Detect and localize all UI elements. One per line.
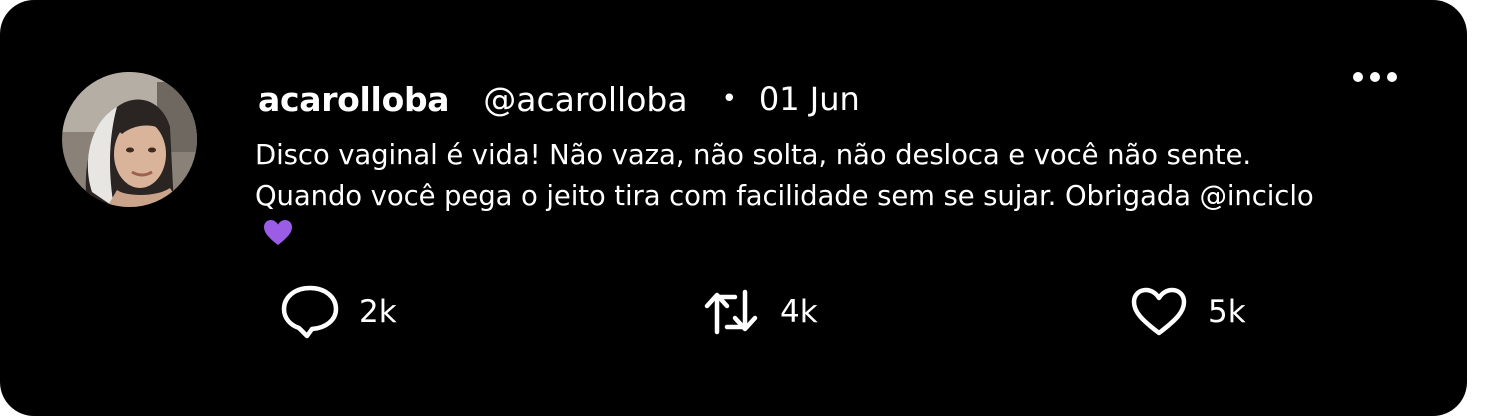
purple-heart-icon: [263, 218, 293, 259]
comment-count: 2k: [359, 294, 397, 330]
post-text-content: Disco vaginal é vida! Não vaza, não solt…: [255, 139, 1314, 212]
display-name[interactable]: acarolloba: [258, 80, 450, 119]
user-handle[interactable]: @acarolloba: [483, 80, 687, 119]
like-count: 5k: [1208, 294, 1246, 330]
comment-icon: [281, 285, 339, 339]
more-horizontal-icon: [1353, 72, 1397, 82]
heart-icon: [1131, 287, 1187, 336]
repost-count: 4k: [780, 294, 818, 330]
like-button[interactable]: 5k: [1128, 283, 1246, 341]
avatar[interactable]: [62, 72, 197, 207]
repost-button[interactable]: 4k: [700, 283, 818, 341]
post-text: Disco vaginal é vida! Não vaza, não solt…: [255, 135, 1315, 259]
post-card: acarolloba @acarolloba • 01 Jun Disco va…: [0, 0, 1467, 416]
post-date[interactable]: 01 Jun: [759, 80, 860, 118]
comment-button[interactable]: 2k: [279, 283, 397, 341]
avatar-image: [62, 72, 197, 207]
post-header: acarolloba @acarolloba • 01 Jun: [258, 76, 860, 122]
more-options-button[interactable]: [1350, 64, 1400, 90]
repost-icon: [704, 289, 758, 335]
separator-dot: •: [721, 84, 737, 114]
